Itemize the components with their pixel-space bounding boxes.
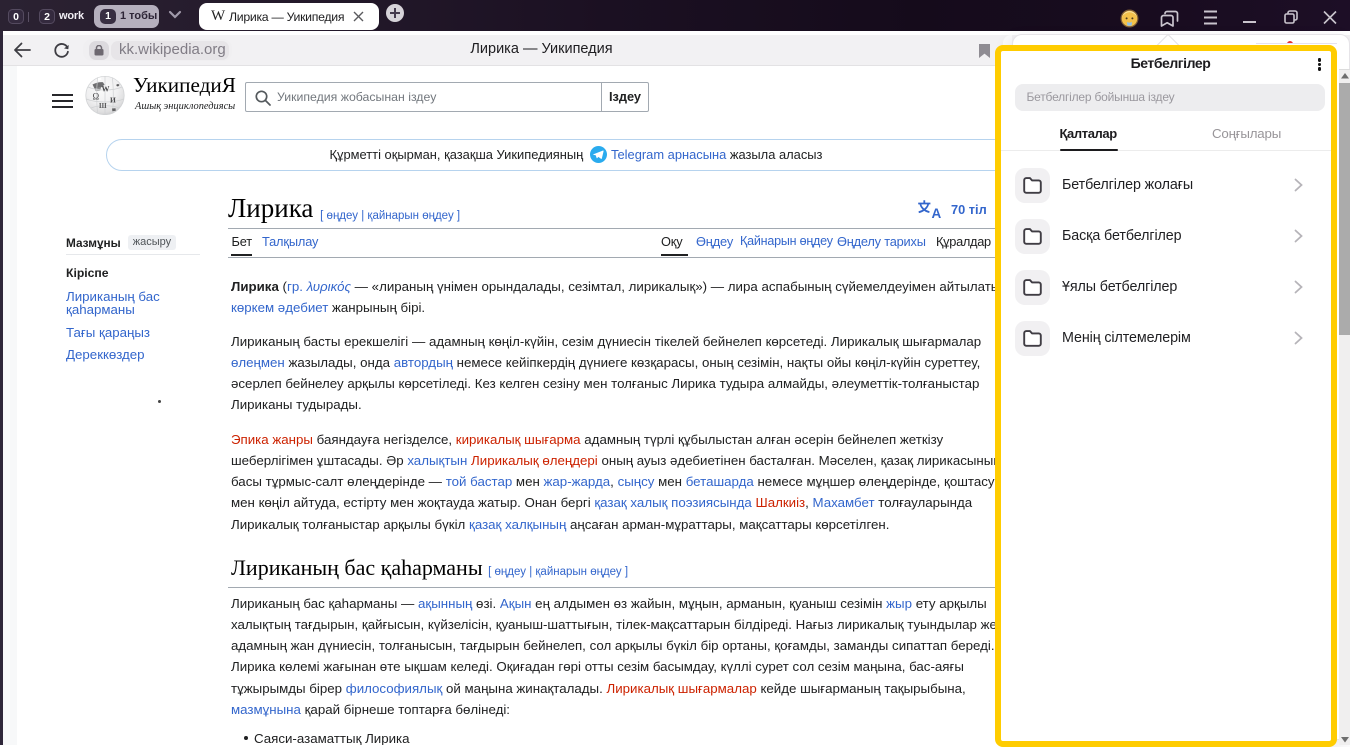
svg-text:W: W xyxy=(102,85,110,94)
svg-text:И: И xyxy=(110,96,116,105)
svg-text:Ш: Ш xyxy=(99,102,107,110)
svg-text:A: A xyxy=(932,206,942,219)
svg-text:Ω: Ω xyxy=(93,92,100,102)
